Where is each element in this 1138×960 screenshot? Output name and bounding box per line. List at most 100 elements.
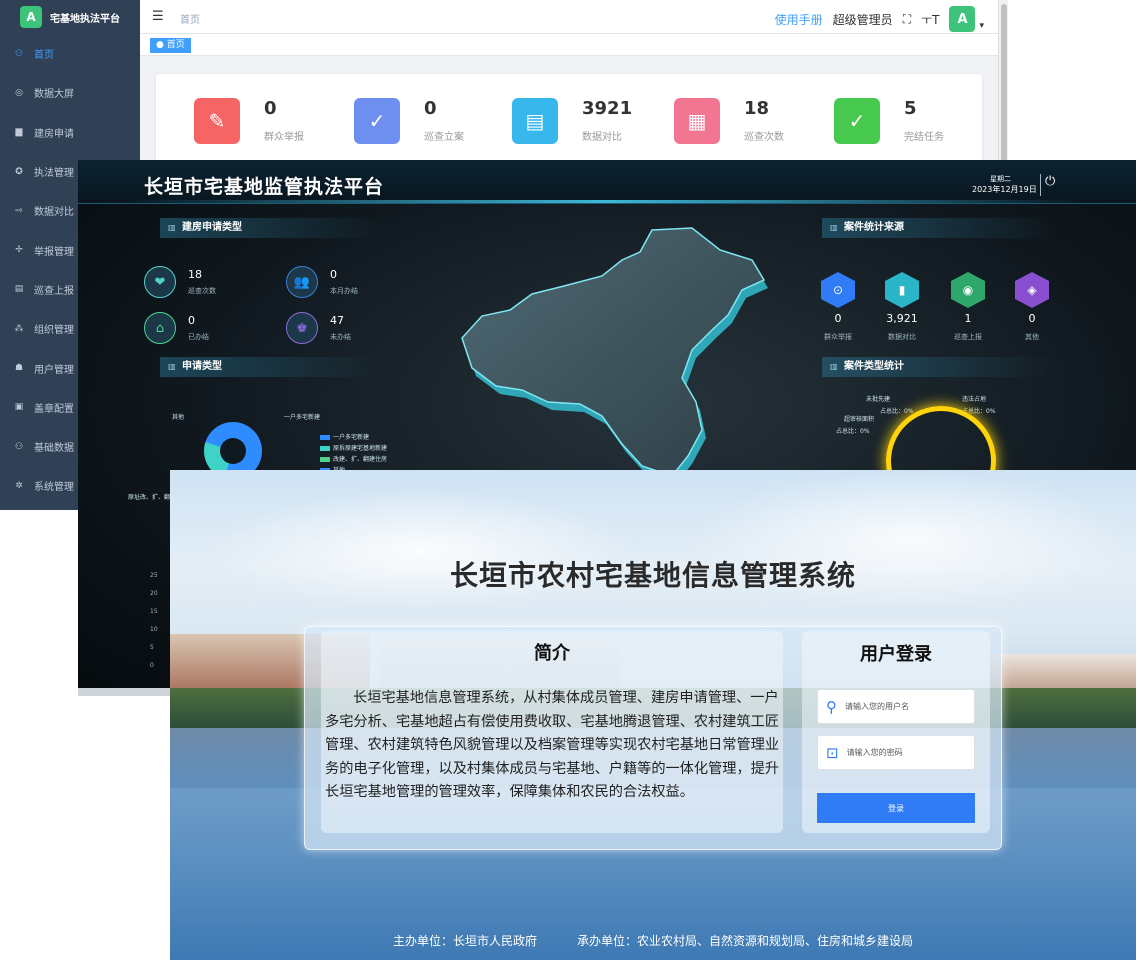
legend-item[interactable]: 改建、扩、翻建住房 — [320, 454, 387, 463]
cut-label: 原址改、扩、翻 — [128, 494, 171, 501]
kpi-value: 18 — [188, 268, 202, 281]
kpi-value: 0 — [330, 268, 337, 281]
stat-item[interactable]: ✓ 0 巡查立案 — [354, 98, 494, 144]
donut-label-right: 一户多宅新建 — [284, 414, 321, 421]
date: 2023年12月19日 — [972, 185, 1037, 194]
sidebar-item-label: 基础数据 — [34, 443, 74, 455]
y-tick: 0 — [150, 662, 154, 669]
intro-text: 长垣宅基地信息管理系统，从村集体成员管理、建房申请管理、一户多宅分析、宅基地超占… — [325, 690, 780, 801]
case-type-annotation: 未批先建 — [866, 396, 891, 403]
weekday: 星期二 — [990, 175, 1011, 183]
dashboard-header: 长垣市宅基地监管执法平台 星期二 2023年12月19日 ⏻ — [78, 160, 1136, 204]
password-input[interactable] — [846, 748, 963, 757]
stat-value: 0 — [424, 98, 437, 119]
panel-apply-type-title: 申请类型 — [160, 357, 380, 377]
chevron-down-icon[interactable]: ▾ — [979, 21, 984, 31]
font-size-icon[interactable]: ㅜT — [921, 11, 939, 28]
region-map[interactable] — [452, 220, 772, 484]
dashboard-title: 长垣市宅基地监管执法平台 — [144, 176, 385, 198]
login-container: 简介 长垣宅基地信息管理系统，从村集体成员管理、建房申请管理、一户多宅分析、宅基… — [304, 626, 1002, 850]
legend-label: 原拆原建宅基地新建 — [333, 445, 388, 452]
stat-value: 5 — [904, 98, 917, 119]
case-type-annotation: 超审核面积 — [844, 416, 875, 423]
stat-item[interactable]: ✓ 5 完结任务 — [834, 98, 974, 144]
stat-item[interactable]: ▦ 18 巡查次数 — [674, 98, 814, 144]
kpi-label: 巡查次数 — [188, 287, 216, 295]
sidebar-item-label: 组织管理 — [34, 325, 74, 337]
menu-icon: ⁂ — [14, 323, 24, 334]
username-field[interactable]: ⚲ — [817, 689, 975, 724]
stats-card: ✎ 0 群众举报 ✓ 0 巡查立案 ▤ 3921 数据对比 ▦ 18 巡查次数 ✓ 5 完结任务 — [156, 74, 982, 174]
sidebar-item[interactable]: ◎ 数据大屏 — [0, 73, 140, 112]
menu-icon: ✲ — [15, 480, 23, 491]
navbar-right: 使用手册 超级管理员 ⛶ ㅜT A ▾ — [775, 6, 984, 32]
stat-icon: ✓ — [834, 98, 880, 144]
menu-icon: ⚇ — [14, 48, 24, 59]
sidebar-item-label: 数据大屏 — [34, 89, 74, 101]
fullscreen-icon[interactable]: ⛶ — [903, 12, 911, 27]
username-input[interactable] — [845, 702, 961, 711]
platform-title: 宅基地执法平台 — [50, 13, 120, 25]
case-type-annotation: 占总比：0% — [880, 408, 914, 415]
source-value: 3,921 — [886, 312, 918, 325]
kpi-icon: ♚ — [286, 312, 318, 344]
sidebar-item-label: 数据对比 — [34, 207, 74, 219]
login-window: 长垣市农村宅基地信息管理系统 简介 长垣宅基地信息管理系统，从村集体成员管理、建… — [170, 470, 1136, 960]
kpi-label: 未办结 — [330, 333, 351, 341]
sidebar-item[interactable]: ▆ 建房申请 — [0, 113, 140, 152]
sidebar-item[interactable]: ⚇ 首页 — [0, 34, 140, 73]
legend-swatch — [320, 446, 330, 451]
stat-label: 巡查立案 — [424, 132, 464, 143]
y-tick: 5 — [150, 644, 154, 651]
password-field[interactable]: ⊡ — [817, 735, 975, 770]
login-form: 用户登录 ⚲ ⊡ 登录 — [802, 631, 990, 833]
source-label: 群众举报 — [824, 333, 852, 341]
manual-link[interactable]: 使用手册 — [775, 11, 823, 28]
legend-item[interactable]: 原拆原建宅基地新建 — [320, 443, 387, 452]
menu-icon: ✪ — [15, 166, 23, 177]
stat-icon: ▦ — [674, 98, 720, 144]
login-button[interactable]: 登录 — [817, 793, 975, 823]
breadcrumb[interactable]: 首页 — [180, 11, 200, 26]
legend-item[interactable]: 一户多宅新建 — [320, 432, 369, 441]
stat-item[interactable]: ✎ 0 群众举报 — [194, 98, 334, 144]
kpi-label: 本月办结 — [330, 287, 358, 295]
stat-label: 巡查次数 — [744, 132, 784, 143]
sidebar-item-label: 执法管理 — [34, 168, 74, 180]
kpi-value: 0 — [188, 314, 195, 327]
system-title: 长垣市农村宅基地信息管理系统 — [449, 559, 856, 592]
menu-icon: ◎ — [15, 87, 23, 98]
sidebar-item-label: 巡查上报 — [34, 285, 74, 297]
stat-value: 0 — [264, 98, 277, 119]
panel-case-source-title: 案件统计来源 — [822, 218, 1052, 238]
lock-icon: ⊡ — [826, 743, 839, 762]
case-type-annotation: 违法占地 — [962, 396, 987, 403]
kpi-icon: ⌂ — [144, 312, 176, 344]
stat-label: 数据对比 — [582, 132, 622, 143]
top-navbar: ☰ 首页 使用手册 超级管理员 ⛶ ㅜT A ▾ — [140, 0, 1008, 34]
stat-item[interactable]: ▤ 3921 数据对比 — [512, 98, 652, 144]
user-name: 超级管理员 — [832, 12, 893, 27]
kpi-value: 47 — [330, 314, 344, 327]
footer-host: 主办单位：长垣市人民政府 — [392, 934, 537, 948]
sidebar-logo[interactable]: A 宅基地执法平台 — [0, 0, 140, 34]
power-icon[interactable]: ⏻ — [1045, 174, 1055, 189]
legend-label: 改建、扩、翻建住房 — [333, 456, 388, 463]
y-tick: 20 — [150, 590, 158, 597]
kpi-label: 已办结 — [188, 333, 209, 341]
menu-icon: ▣ — [14, 402, 24, 413]
avatar[interactable]: A — [949, 6, 976, 32]
stat-label: 群众举报 — [264, 132, 304, 143]
stat-icon: ▤ — [512, 98, 558, 144]
header-glow-line — [124, 200, 1084, 203]
intro-panel: 简介 长垣宅基地信息管理系统，从村集体成员管理、建房申请管理、一户多宅分析、宅基… — [321, 631, 783, 833]
legend-swatch — [320, 435, 330, 440]
menu-icon: ▆ — [15, 127, 23, 138]
stat-icon: ✎ — [194, 98, 240, 144]
y-tick: 10 — [150, 626, 158, 633]
y-tick: 25 — [150, 572, 158, 579]
hamburger-icon[interactable]: ☰ — [152, 9, 164, 24]
tag-home[interactable]: ● 首页 — [150, 38, 191, 53]
menu-icon: ▤ — [14, 284, 24, 295]
menu-icon: ✢ — [15, 245, 23, 256]
